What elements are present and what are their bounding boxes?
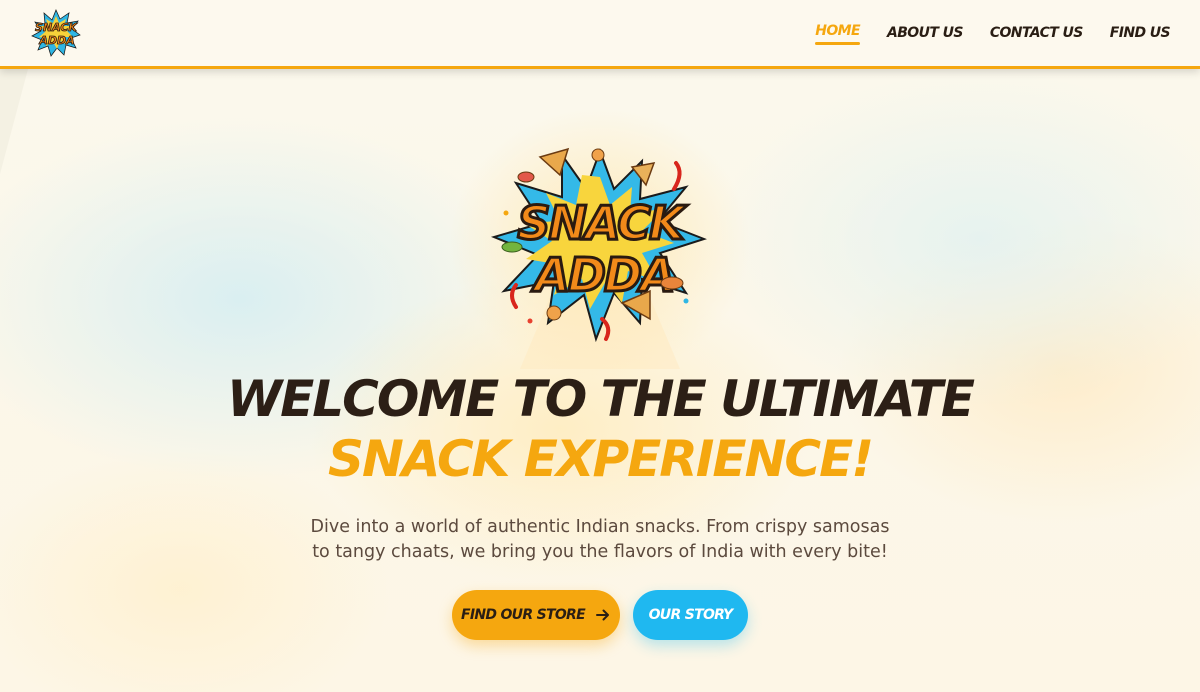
- svg-text:ADDA: ADDA: [38, 34, 74, 47]
- our-story-button[interactable]: OUR STORY: [633, 590, 748, 640]
- chili-icon: [672, 161, 682, 191]
- nav-about-us[interactable]: ABOUT US: [887, 25, 963, 41]
- hero-subtitle: Dive into a world of authentic Indian sn…: [300, 515, 900, 565]
- sauce-bowl-icon: [660, 276, 684, 290]
- arrow-right-icon: [596, 609, 609, 621]
- snack-adda-logo[interactable]: SNACK ADDA: [31, 9, 81, 57]
- sauce-bowl-icon: [517, 171, 535, 183]
- chili-icon: [510, 283, 518, 309]
- hero-snack-adda-logo: SNACK ADDA: [490, 147, 707, 343]
- nav-find-us[interactable]: FIND US: [1110, 25, 1171, 41]
- find-our-store-button[interactable]: FIND OUR STORE: [452, 590, 620, 640]
- site-header: SNACK ADDA HOME ABOUT US CONTACT US FIND…: [0, 0, 1200, 69]
- svg-text:ADDA: ADDA: [531, 248, 674, 302]
- chutney-bowl-icon: [501, 241, 523, 253]
- nav-contact-us[interactable]: CONTACT US: [990, 25, 1084, 41]
- subtitle-line-1: Dive into a world of authentic Indian sn…: [310, 517, 890, 537]
- hero-headline: WELCOME TO THE ULTIMATE SNACK EXPERIENCE…: [0, 369, 1200, 489]
- hero-section: SNACK ADDA WELCOME TO THE ULTIMATE SNACK…: [0, 69, 1200, 692]
- laddoo-icon: [546, 305, 562, 321]
- svg-text:SNACK: SNACK: [517, 196, 688, 250]
- chili-icon: [600, 317, 611, 341]
- main-nav: HOME ABOUT US CONTACT US FIND US: [788, 0, 1171, 66]
- find-our-store-label: FIND OUR STORE: [461, 607, 586, 623]
- laddoo-icon: [591, 148, 605, 162]
- svg-text:SNACK: SNACK: [35, 21, 78, 34]
- headline-line-2: SNACK EXPERIENCE!: [327, 430, 874, 488]
- nav-home[interactable]: HOME: [815, 23, 861, 45]
- headline-line-1: WELCOME TO THE ULTIMATE: [226, 370, 975, 428]
- subtitle-line-2: to tangy chaats, we bring you the flavor…: [312, 542, 888, 562]
- our-story-label: OUR STORY: [648, 607, 733, 623]
